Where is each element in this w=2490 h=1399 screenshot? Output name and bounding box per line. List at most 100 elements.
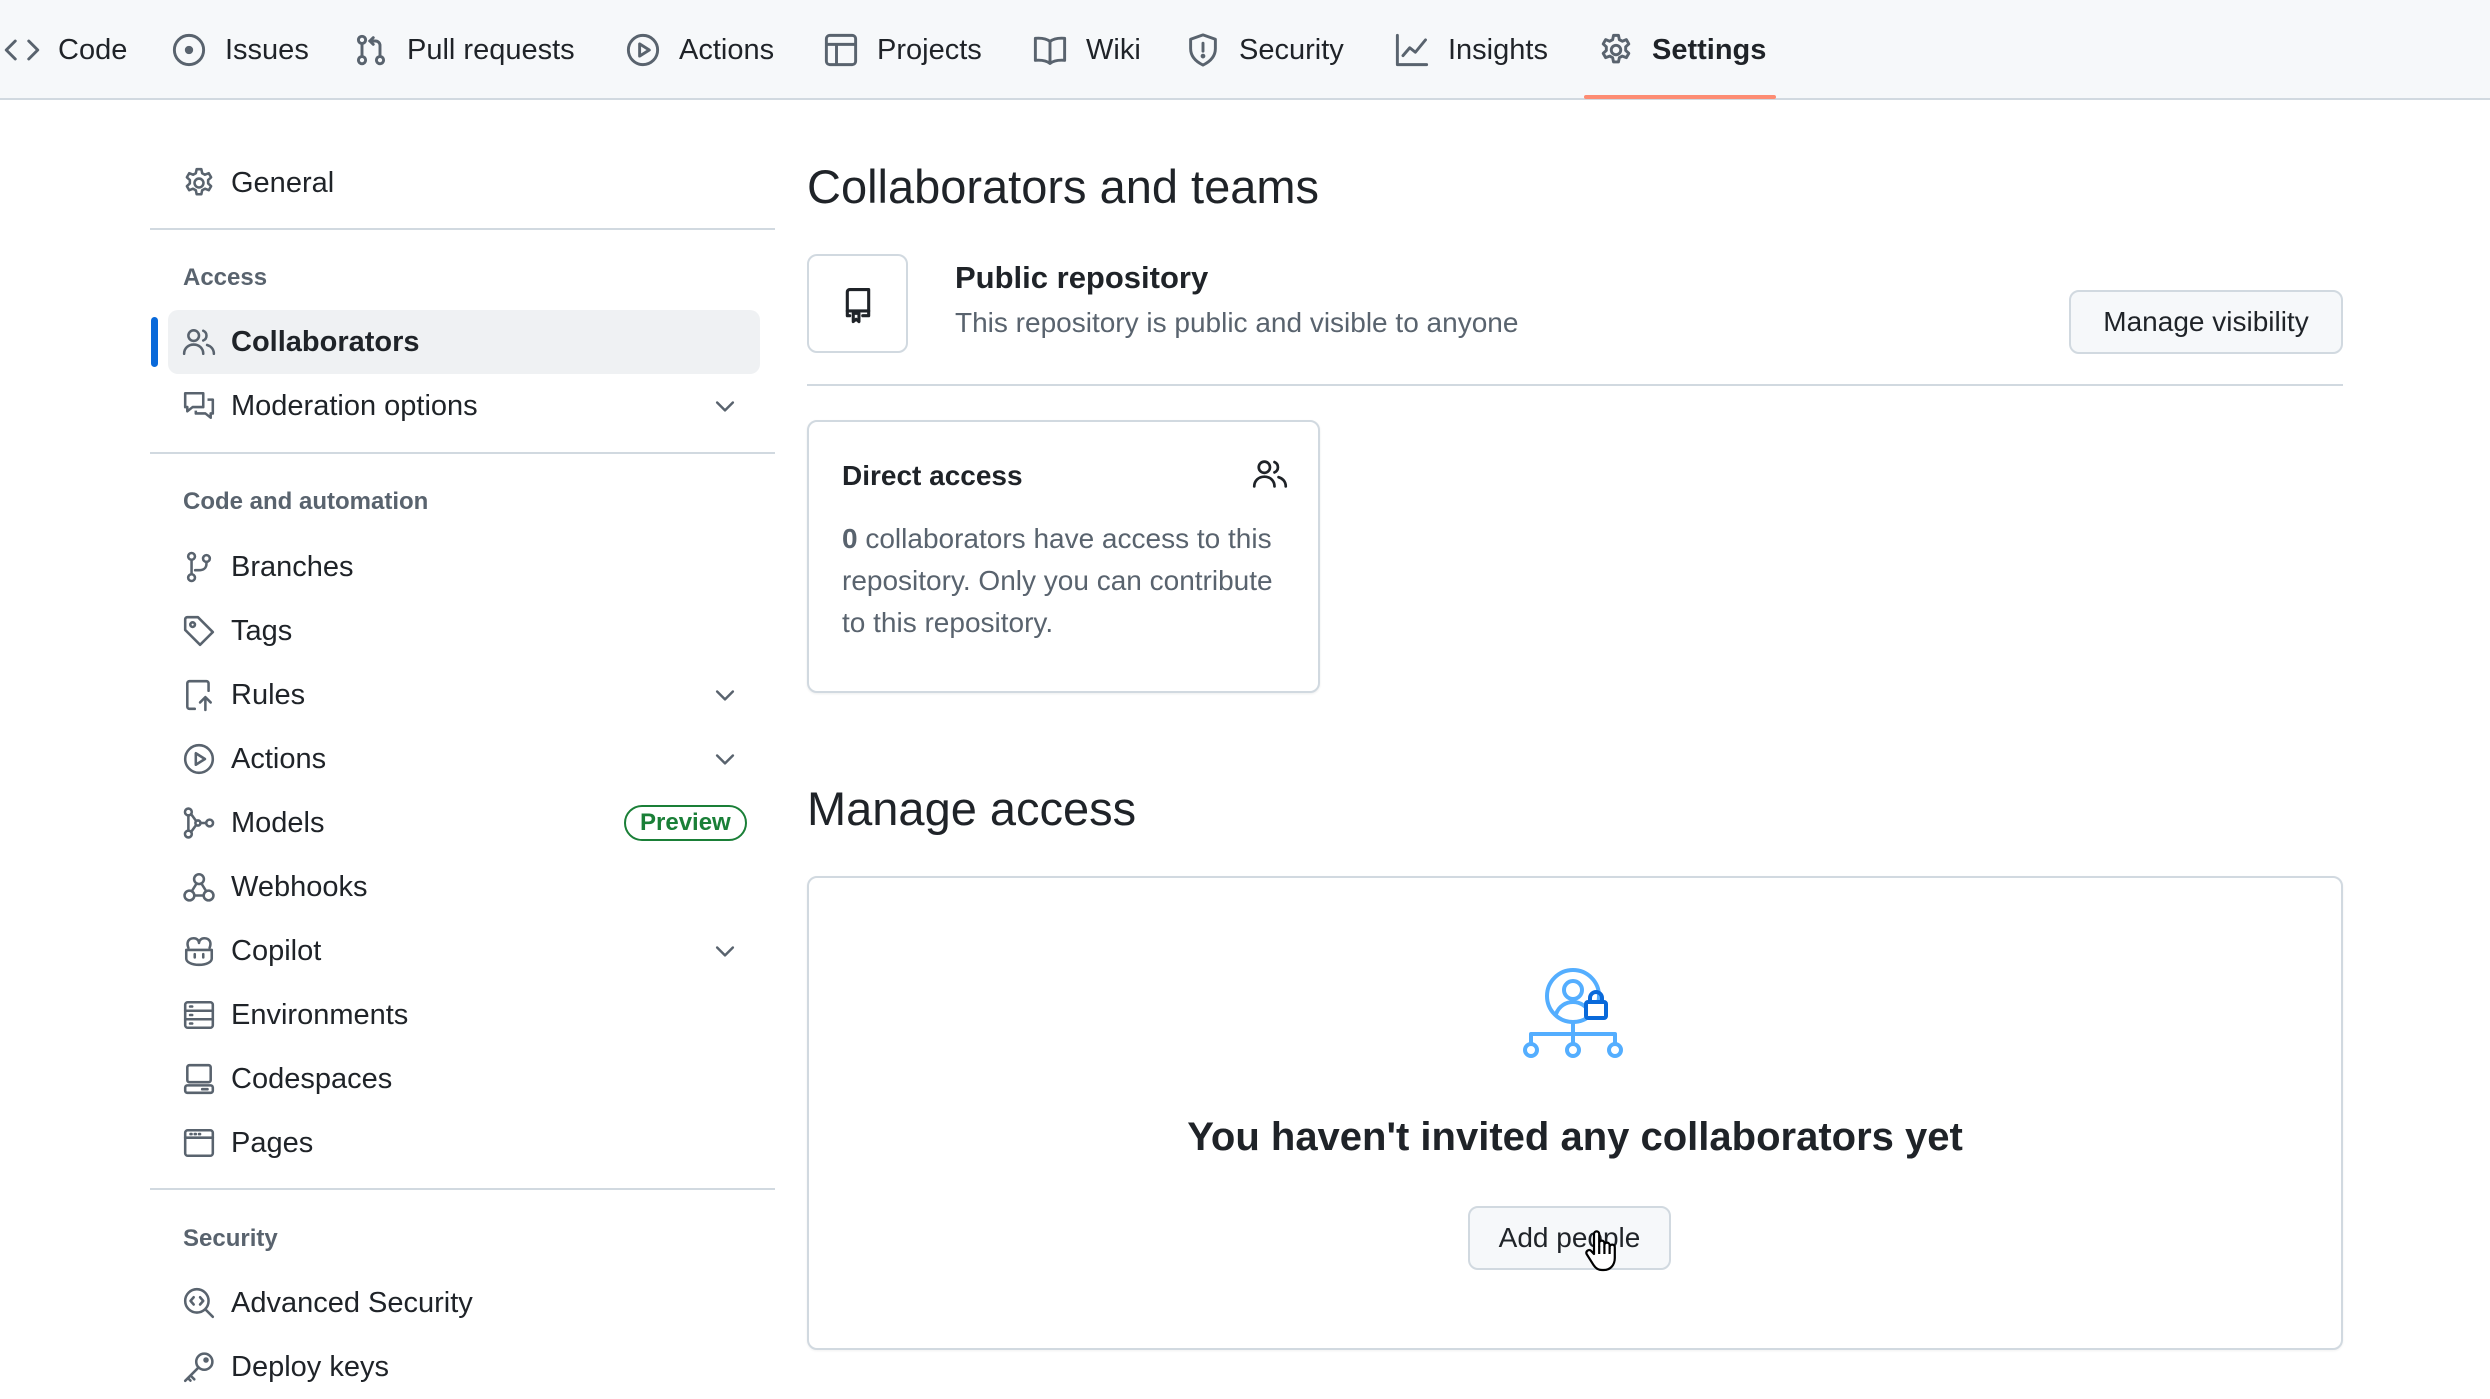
- sidebar-item-label: Copilot: [231, 934, 322, 967]
- sidebar-item-label: Collaborators: [231, 325, 420, 358]
- sidebar-item-branches[interactable]: Branches: [168, 535, 760, 599]
- sidebar-item-general[interactable]: General: [168, 151, 760, 215]
- sidebar-item-label: Webhooks: [231, 870, 368, 903]
- tab-settings[interactable]: Settings: [1598, 0, 1766, 100]
- tab-label: Security: [1239, 33, 1344, 66]
- collaborators-illustration-icon: [1523, 966, 1631, 1076]
- sidebar-item-label: Deploy keys: [231, 1350, 389, 1383]
- table-icon: [823, 32, 859, 68]
- page-title: Collaborators and teams: [807, 160, 1320, 213]
- manage-access-title: Manage access: [807, 782, 1137, 835]
- tag-icon: [182, 614, 216, 648]
- direct-access-title: Direct access: [842, 460, 1023, 491]
- tab-label: Insights: [1448, 33, 1548, 66]
- play-icon: [625, 32, 661, 68]
- manage-access-panel: You haven't invited any collaborators ye…: [807, 876, 2343, 1350]
- sidebar-item-moderation-options[interactable]: Moderation options: [168, 374, 760, 438]
- sidebar-divider: [150, 1188, 775, 1190]
- graph-icon: [1394, 32, 1430, 68]
- sidebar-item-label: Codespaces: [231, 1062, 393, 1095]
- sidebar-item-tags[interactable]: Tags: [168, 599, 760, 663]
- sidebar-item-models[interactable]: Models Preview: [168, 791, 760, 855]
- sidebar-item-pages[interactable]: Pages: [168, 1111, 760, 1175]
- tab-actions[interactable]: Actions: [625, 0, 774, 100]
- tab-label: Wiki: [1086, 33, 1141, 66]
- chevron-down-icon[interactable]: [711, 681, 739, 709]
- sidebar-item-label: Rules: [231, 678, 306, 711]
- tab-insights[interactable]: Insights: [1394, 0, 1548, 100]
- chevron-down-icon[interactable]: [711, 745, 739, 773]
- sidebar-heading-access: Access: [183, 264, 268, 291]
- sidebar-item-deploy-keys[interactable]: Deploy keys: [168, 1335, 760, 1399]
- sidebar-item-label: Branches: [231, 550, 354, 583]
- sidebar-item-advanced-security[interactable]: Advanced Security: [168, 1271, 760, 1335]
- git-pull-request-icon: [353, 32, 389, 68]
- webhook-icon: [182, 870, 216, 904]
- repo-icon: [839, 286, 877, 324]
- sidebar-item-label: Tags: [231, 614, 293, 647]
- browser-icon: [182, 1126, 216, 1160]
- sidebar-item-codespaces[interactable]: Codespaces: [168, 1047, 760, 1111]
- comment-discussion-icon: [182, 389, 216, 423]
- active-item-indicator: [151, 317, 158, 367]
- code-icon: [4, 32, 40, 68]
- tab-code[interactable]: Code: [4, 0, 127, 100]
- gear-icon: [1598, 32, 1634, 68]
- tab-wiki[interactable]: Wiki: [1032, 0, 1141, 100]
- codescan-icon: [182, 1286, 216, 1320]
- sidebar-item-collaborators[interactable]: Collaborators: [168, 310, 760, 374]
- direct-access-text: collaborators have access to this reposi…: [842, 523, 1273, 638]
- people-icon: [1252, 456, 1288, 492]
- ai-model-icon: [182, 806, 216, 840]
- git-branch-icon: [182, 550, 216, 584]
- gear-icon: [182, 166, 216, 200]
- issue-opened-icon: [171, 32, 207, 68]
- key-icon: [182, 1350, 216, 1384]
- sidebar-item-label: Actions: [231, 742, 327, 775]
- tab-issues[interactable]: Issues: [171, 0, 309, 100]
- sidebar-item-rules[interactable]: Rules: [168, 663, 760, 727]
- collaborator-count: 0: [842, 523, 858, 554]
- empty-state-message: You haven't invited any collaborators ye…: [1187, 1115, 1963, 1159]
- people-icon: [182, 325, 216, 359]
- active-tab-indicator: [1584, 95, 1776, 99]
- visibility-title: Public repository: [955, 260, 1209, 295]
- section-divider: [807, 384, 2343, 386]
- sidebar-item-environments[interactable]: Environments: [168, 983, 760, 1047]
- sidebar-item-label: Pages: [231, 1126, 314, 1159]
- chevron-down-icon[interactable]: [711, 392, 739, 420]
- pointer-cursor-icon: [1582, 1228, 1618, 1272]
- tab-security[interactable]: Security: [1185, 0, 1344, 100]
- sidebar-item-label: General: [231, 166, 335, 199]
- direct-access-description: 0 collaborators have access to this repo…: [842, 518, 1282, 644]
- sidebar-item-label: Models: [231, 806, 325, 839]
- sidebar-divider: [150, 228, 775, 230]
- shield-icon: [1185, 32, 1221, 68]
- tab-label: Code: [58, 33, 128, 66]
- tab-pull-requests[interactable]: Pull requests: [353, 0, 575, 100]
- tab-label: Actions: [679, 33, 775, 66]
- sidebar-item-label: Environments: [231, 998, 409, 1031]
- sidebar-item-label: Advanced Security: [231, 1286, 473, 1319]
- tab-projects[interactable]: Projects: [823, 0, 982, 100]
- sidebar-item-actions[interactable]: Actions: [168, 727, 760, 791]
- server-icon: [182, 998, 216, 1032]
- tab-label: Projects: [877, 33, 982, 66]
- sidebar-item-webhooks[interactable]: Webhooks: [168, 855, 760, 919]
- play-icon: [182, 742, 216, 776]
- add-people-button[interactable]: Add people: [1468, 1206, 1671, 1270]
- manage-visibility-button[interactable]: Manage visibility: [2069, 290, 2343, 354]
- visibility-description: This repository is public and visible to…: [955, 307, 1519, 338]
- direct-access-card: Direct access 0 collaborators have acces…: [807, 420, 1320, 693]
- repo-nav: Code Issues Pull requests Actions Projec…: [0, 0, 2490, 100]
- tab-label: Issues: [225, 33, 309, 66]
- sidebar-item-copilot[interactable]: Copilot: [168, 919, 760, 983]
- codespaces-icon: [182, 1062, 216, 1096]
- sidebar-heading-security: Security: [183, 1225, 278, 1252]
- copilot-icon: [182, 934, 216, 968]
- sidebar-heading-code-automation: Code and automation: [183, 488, 429, 515]
- sidebar-item-label: Moderation options: [231, 389, 478, 422]
- repo-icon-box: [807, 254, 908, 353]
- chevron-down-icon[interactable]: [711, 937, 739, 965]
- sidebar-divider: [150, 452, 775, 454]
